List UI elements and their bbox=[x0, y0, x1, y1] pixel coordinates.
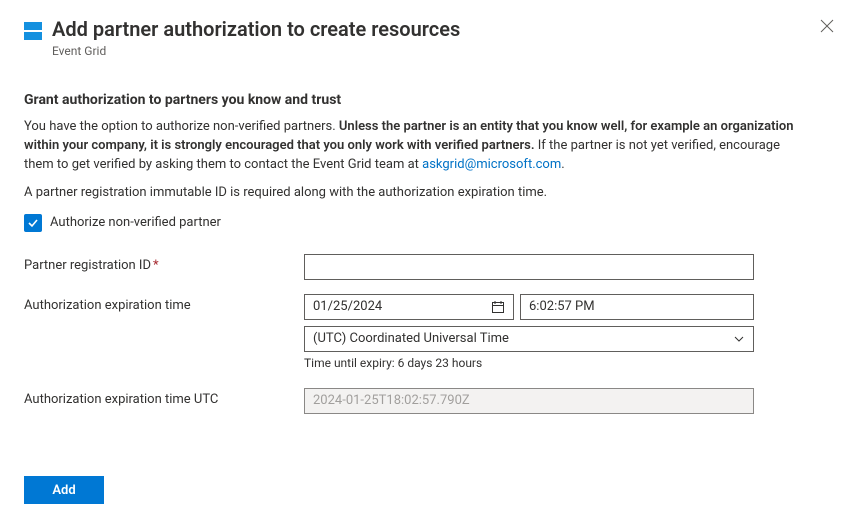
timezone-value: (UTC) Coordinated Universal Time bbox=[313, 331, 509, 346]
panel-footer: Add bbox=[24, 476, 831, 504]
expiration-time-row: Authorization expiration time 01/25/2024 bbox=[24, 294, 831, 370]
expiration-time-label: Authorization expiration time bbox=[24, 294, 304, 313]
registration-id-row: Partner registration ID* bbox=[24, 254, 831, 280]
event-grid-icon bbox=[24, 22, 42, 40]
time-until-expiry-text: Time until expiry: 6 days 23 hours bbox=[304, 356, 754, 370]
expiration-time-input[interactable]: 6:02:57 PM bbox=[520, 294, 754, 320]
authorize-nonverified-checkbox[interactable] bbox=[24, 214, 42, 232]
expiration-date-value: 01/25/2024 bbox=[313, 299, 382, 314]
contact-email-link[interactable]: askgrid@microsoft.com bbox=[422, 157, 561, 172]
intro-text: You have the option to authorize non-ver… bbox=[24, 118, 804, 175]
authorize-nonverified-label: Authorize non-verified partner bbox=[50, 215, 221, 230]
expiration-date-picker[interactable]: 01/25/2024 bbox=[304, 294, 514, 320]
registration-id-input[interactable] bbox=[304, 254, 754, 280]
expiration-utc-row: Authorization expiration time UTC bbox=[24, 388, 831, 414]
intro-post: . bbox=[561, 157, 564, 172]
close-icon bbox=[820, 19, 834, 33]
expiration-time-value: 6:02:57 PM bbox=[529, 299, 595, 314]
panel-header: Add partner authorization to create reso… bbox=[24, 16, 831, 58]
intro-pre: You have the option to authorize non-ver… bbox=[24, 119, 339, 134]
authorization-panel: Add partner authorization to create reso… bbox=[0, 0, 855, 518]
close-button[interactable] bbox=[819, 18, 835, 34]
add-button[interactable]: Add bbox=[24, 476, 104, 504]
calendar-icon bbox=[491, 300, 505, 314]
expiration-utc-label: Authorization expiration time UTC bbox=[24, 388, 304, 407]
expiration-utc-output bbox=[304, 388, 754, 414]
registration-id-label: Partner registration ID* bbox=[24, 254, 304, 273]
section-heading: Grant authorization to partners you know… bbox=[24, 92, 831, 108]
authorize-nonverified-row: Authorize non-verified partner bbox=[24, 214, 831, 232]
header-text: Add partner authorization to create reso… bbox=[52, 16, 831, 58]
panel-subtitle: Event Grid bbox=[52, 44, 831, 58]
chevron-down-icon bbox=[733, 333, 745, 345]
required-indicator: * bbox=[153, 258, 159, 273]
form-table: Partner registration ID* Authorization e… bbox=[24, 254, 831, 414]
registration-id-label-text: Partner registration ID bbox=[24, 258, 151, 273]
checkmark-icon bbox=[27, 217, 39, 229]
timezone-select[interactable]: (UTC) Coordinated Universal Time bbox=[304, 326, 754, 352]
panel-title: Add partner authorization to create reso… bbox=[52, 16, 831, 42]
intro-requirement-text: A partner registration immutable ID is r… bbox=[24, 185, 831, 200]
